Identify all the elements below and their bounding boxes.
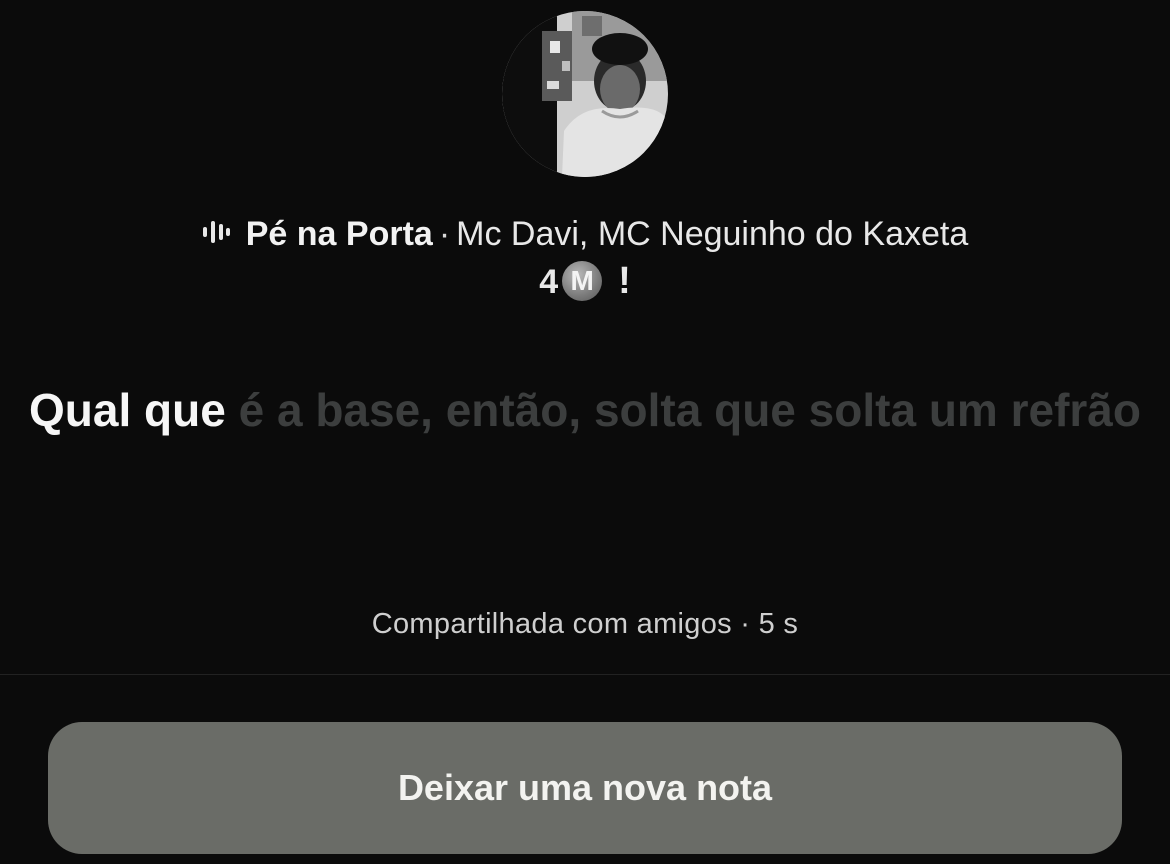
stats-count: 4 (539, 263, 559, 301)
leave-new-note-button[interactable]: Deixar uma nova nota (48, 722, 1122, 854)
song-title: Pé na Porta (245, 215, 433, 253)
profile-avatar[interactable] (502, 11, 668, 177)
separator: · (438, 215, 451, 253)
m-badge-icon: M (562, 261, 603, 302)
divider (0, 674, 1170, 675)
lyrics-unsung: é a base, então, solta que solta um refr… (238, 384, 1141, 436)
song-info[interactable]: Pé na Porta · Mc Davi, MC Neguinho do Kaxe… (0, 212, 1170, 258)
lyrics-text: Qual que é a base, então, solta que solt… (0, 378, 1170, 442)
lyrics-sung: Qual que (29, 384, 226, 436)
audio-wave-icon (202, 211, 230, 255)
exclamation-icon: ! (618, 260, 631, 302)
song-artists: Mc Davi, MC Neguinho do Kaxeta (456, 215, 969, 253)
avatar-photo (502, 11, 668, 177)
note-stats: 4 M! (0, 260, 1170, 304)
shared-status: Compartilhada com amigos · 5 s (371, 608, 799, 640)
